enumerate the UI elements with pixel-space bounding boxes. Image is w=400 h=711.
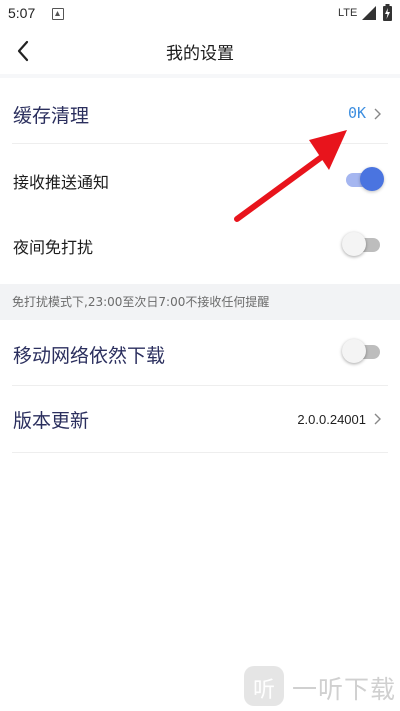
dnd-note-text: 免打扰模式下,23:00至次日7:00不接收任何提醒 [12, 295, 270, 309]
mobile-download-toggle[interactable] [342, 339, 380, 365]
status-time: 5:07 [8, 5, 36, 21]
night-dnd-toggle[interactable] [342, 232, 380, 258]
signal-icon [362, 6, 376, 20]
page-title: 我的设置 [166, 44, 234, 64]
watermark-logo-icon: 听 [244, 666, 284, 706]
version-update-row[interactable]: 版本更新 2.0.0.24001 [12, 386, 388, 453]
status-bar: 5:07 LTE [0, 0, 400, 28]
mobile-download-label: 移动网络依然下载 [13, 345, 166, 367]
cache-clear-label: 缓存清理 [13, 105, 90, 127]
app-header: 我的设置 [0, 28, 400, 74]
dnd-note-band: 免打扰模式下,23:00至次日7:00不接收任何提醒 [0, 284, 400, 320]
version-value: 2.0.0.24001 [297, 412, 366, 427]
night-dnd-label: 夜间免打扰 [13, 238, 94, 257]
version-update-label: 版本更新 [13, 410, 90, 432]
row-divider [12, 452, 388, 453]
watermark-text: 一听下载 [292, 675, 397, 704]
toggle-knob [342, 232, 366, 256]
mobile-download-row: 移动网络依然下载 [12, 320, 388, 386]
watermark-logo-glyph: 听 [252, 678, 275, 703]
watermark: 听 一听下载 [240, 660, 400, 711]
notification-a-icon [52, 8, 64, 20]
header-divider [0, 74, 400, 78]
red-arrow-icon [234, 130, 347, 222]
chevron-right-icon [374, 413, 381, 425]
push-notification-label: 接收推送通知 [13, 173, 110, 192]
chevron-right-icon [374, 108, 381, 120]
battery-charging-icon [383, 4, 392, 21]
toggle-knob [342, 339, 366, 363]
network-type: LTE [338, 7, 358, 19]
